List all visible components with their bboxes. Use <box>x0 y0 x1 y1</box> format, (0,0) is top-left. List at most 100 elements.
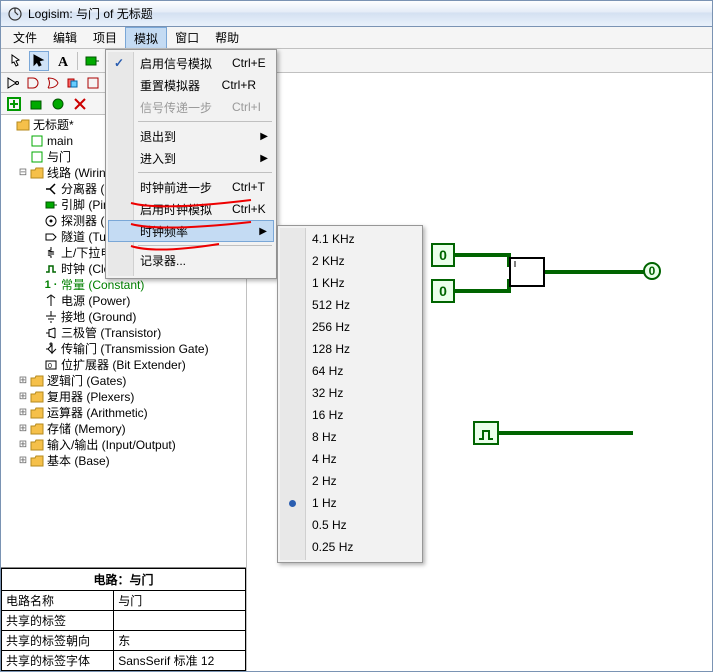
property-key: 共享的标签 <box>2 611 114 631</box>
folder-icon <box>29 437 45 453</box>
freq-option[interactable]: 128 Hz <box>280 338 420 360</box>
folder-icon <box>29 373 45 389</box>
wire[interactable] <box>499 431 633 435</box>
tree-folder[interactable]: ⊞输入/输出 (Input/Output) <box>1 437 246 453</box>
menu-exit-to[interactable]: 退出到 ▶ <box>108 125 274 147</box>
freq-option[interactable]: 4 Hz <box>280 448 420 470</box>
probe-icon <box>43 213 59 229</box>
submenu-arrow-icon: ▶ <box>259 226 267 237</box>
pull-icon <box>43 245 59 261</box>
tree-wiring-item[interactable]: 三极管 (Transistor) <box>1 325 246 341</box>
menu-simulate[interactable]: 模拟 <box>125 27 167 48</box>
tgate-icon <box>43 341 59 357</box>
freq-option[interactable]: 2 Hz <box>280 470 420 492</box>
tick-freq-submenu: 4.1 KHz2 KHz1 KHz512 Hz256 Hz128 Hz64 Hz… <box>277 225 423 563</box>
freq-option[interactable]: 2 KHz <box>280 250 420 272</box>
clock-icon <box>43 261 59 277</box>
freq-option[interactable]: 64 Hz <box>280 360 420 382</box>
svg-text:A: A <box>58 55 69 70</box>
tree-folder[interactable]: ⊞逻辑门 (Gates) <box>1 373 246 389</box>
property-row[interactable]: 共享的标签朝向东 <box>2 631 246 651</box>
property-value[interactable] <box>114 611 246 631</box>
properties-panel: 电路：与门 电路名称与门共享的标签共享的标签朝向东共享的标签字体SansSeri… <box>1 567 246 671</box>
and-gate[interactable] <box>509 257 545 287</box>
property-row[interactable]: 共享的标签字体SansSerif 标准 12 <box>2 651 246 671</box>
splitter-icon <box>43 181 59 197</box>
submenu-arrow-icon: ▶ <box>260 153 268 164</box>
tool-xor-icon[interactable] <box>65 75 81 91</box>
property-value[interactable]: 与门 <box>114 591 246 611</box>
move-down-button[interactable] <box>49 95 67 113</box>
freq-option[interactable]: 4.1 KHz <box>280 228 420 250</box>
move-up-button[interactable] <box>27 95 45 113</box>
menu-enable-tick[interactable]: 启用时钟模拟 Ctrl+K <box>108 198 274 220</box>
properties-table: 电路名称与门共享的标签共享的标签朝向东共享的标签字体SansSerif 标准 1… <box>1 590 246 671</box>
tree-folder[interactable]: ⊞运算器 (Arithmetic) <box>1 405 246 421</box>
properties-title: 电路：与门 <box>1 568 246 590</box>
tool-not-icon[interactable] <box>5 75 21 91</box>
tree-wiring-item[interactable]: 电源 (Power) <box>1 293 246 309</box>
circuit-icon <box>29 149 45 165</box>
output-pin[interactable]: 0 <box>643 262 661 280</box>
tree-folder[interactable]: ⊞存储 (Memory) <box>1 421 246 437</box>
wire[interactable] <box>455 289 511 293</box>
tree-folder[interactable]: ⊞基本 (Base) <box>1 453 246 469</box>
add-circuit-button[interactable] <box>5 95 23 113</box>
property-value[interactable]: SansSerif 标准 12 <box>114 651 246 671</box>
ground-icon <box>43 309 59 325</box>
property-row[interactable]: 电路名称与门 <box>2 591 246 611</box>
tool-poke[interactable] <box>5 51 25 71</box>
property-key: 共享的标签字体 <box>2 651 114 671</box>
folder-icon <box>29 421 45 437</box>
menu-tick-step[interactable]: 时钟前进一步 Ctrl+T <box>108 176 274 198</box>
clock-component[interactable] <box>473 421 499 445</box>
tool-or-icon[interactable] <box>45 75 61 91</box>
freq-option[interactable]: 1 Hz <box>280 492 420 514</box>
input-pin-2[interactable]: 0 <box>431 279 455 303</box>
tree-folder[interactable]: ⊞复用器 (Plexers) <box>1 389 246 405</box>
tool-reg-icon[interactable] <box>85 75 101 91</box>
freq-option[interactable]: 32 Hz <box>280 382 420 404</box>
tree-wiring-item[interactable]: 1 ·常量 (Constant) <box>1 277 246 293</box>
const-icon: 1 · <box>43 277 59 293</box>
freq-option[interactable]: 512 Hz <box>280 294 420 316</box>
tree-wiring-item[interactable]: 传输门 (Transmission Gate) <box>1 341 246 357</box>
property-value[interactable]: 东 <box>114 631 246 651</box>
property-row[interactable]: 共享的标签 <box>2 611 246 631</box>
menu-window[interactable]: 窗口 <box>167 27 207 48</box>
freq-option[interactable]: 0.25 Hz <box>280 536 420 558</box>
submenu-arrow-icon: ▶ <box>260 131 268 142</box>
freq-option[interactable]: 8 Hz <box>280 426 420 448</box>
tool-text[interactable]: A <box>53 51 73 71</box>
menu-reset-sim[interactable]: 重置模拟器 Ctrl+R <box>108 74 274 96</box>
tool-input-pin[interactable] <box>82 51 102 71</box>
trans-icon <box>43 325 59 341</box>
wire[interactable] <box>545 270 645 274</box>
check-icon: ✓ <box>114 56 124 70</box>
menu-tick-freq[interactable]: 时钟频率 ▶ <box>108 220 274 242</box>
input-pin-1[interactable]: 0 <box>431 243 455 267</box>
tree-wiring-item[interactable]: 0位扩展器 (Bit Extender) <box>1 357 246 373</box>
tool-and-icon[interactable] <box>25 75 41 91</box>
menu-edit[interactable]: 编辑 <box>45 27 85 48</box>
delete-circuit-button[interactable] <box>71 95 89 113</box>
freq-option[interactable]: 16 Hz <box>280 404 420 426</box>
tool-select[interactable] <box>29 51 49 71</box>
freq-option[interactable]: 1 KHz <box>280 272 420 294</box>
folder-icon <box>15 117 31 133</box>
menu-enable-sim[interactable]: ✓ 启用信号模拟 Ctrl+E <box>108 52 274 74</box>
folder-icon <box>29 389 45 405</box>
menu-logger[interactable]: 记录器... <box>108 249 274 271</box>
menu-project[interactable]: 项目 <box>85 27 125 48</box>
svg-text:0: 0 <box>48 363 52 370</box>
menu-help[interactable]: 帮助 <box>207 27 247 48</box>
freq-option[interactable]: 256 Hz <box>280 316 420 338</box>
wire[interactable] <box>455 253 511 257</box>
tree-wiring-item[interactable]: 接地 (Ground) <box>1 309 246 325</box>
property-key: 共享的标签朝向 <box>2 631 114 651</box>
folder-icon <box>29 405 45 421</box>
menu-enter-to[interactable]: 进入到 ▶ <box>108 147 274 169</box>
freq-option[interactable]: 0.5 Hz <box>280 514 420 536</box>
menu-file[interactable]: 文件 <box>5 27 45 48</box>
folder-icon <box>29 165 45 181</box>
